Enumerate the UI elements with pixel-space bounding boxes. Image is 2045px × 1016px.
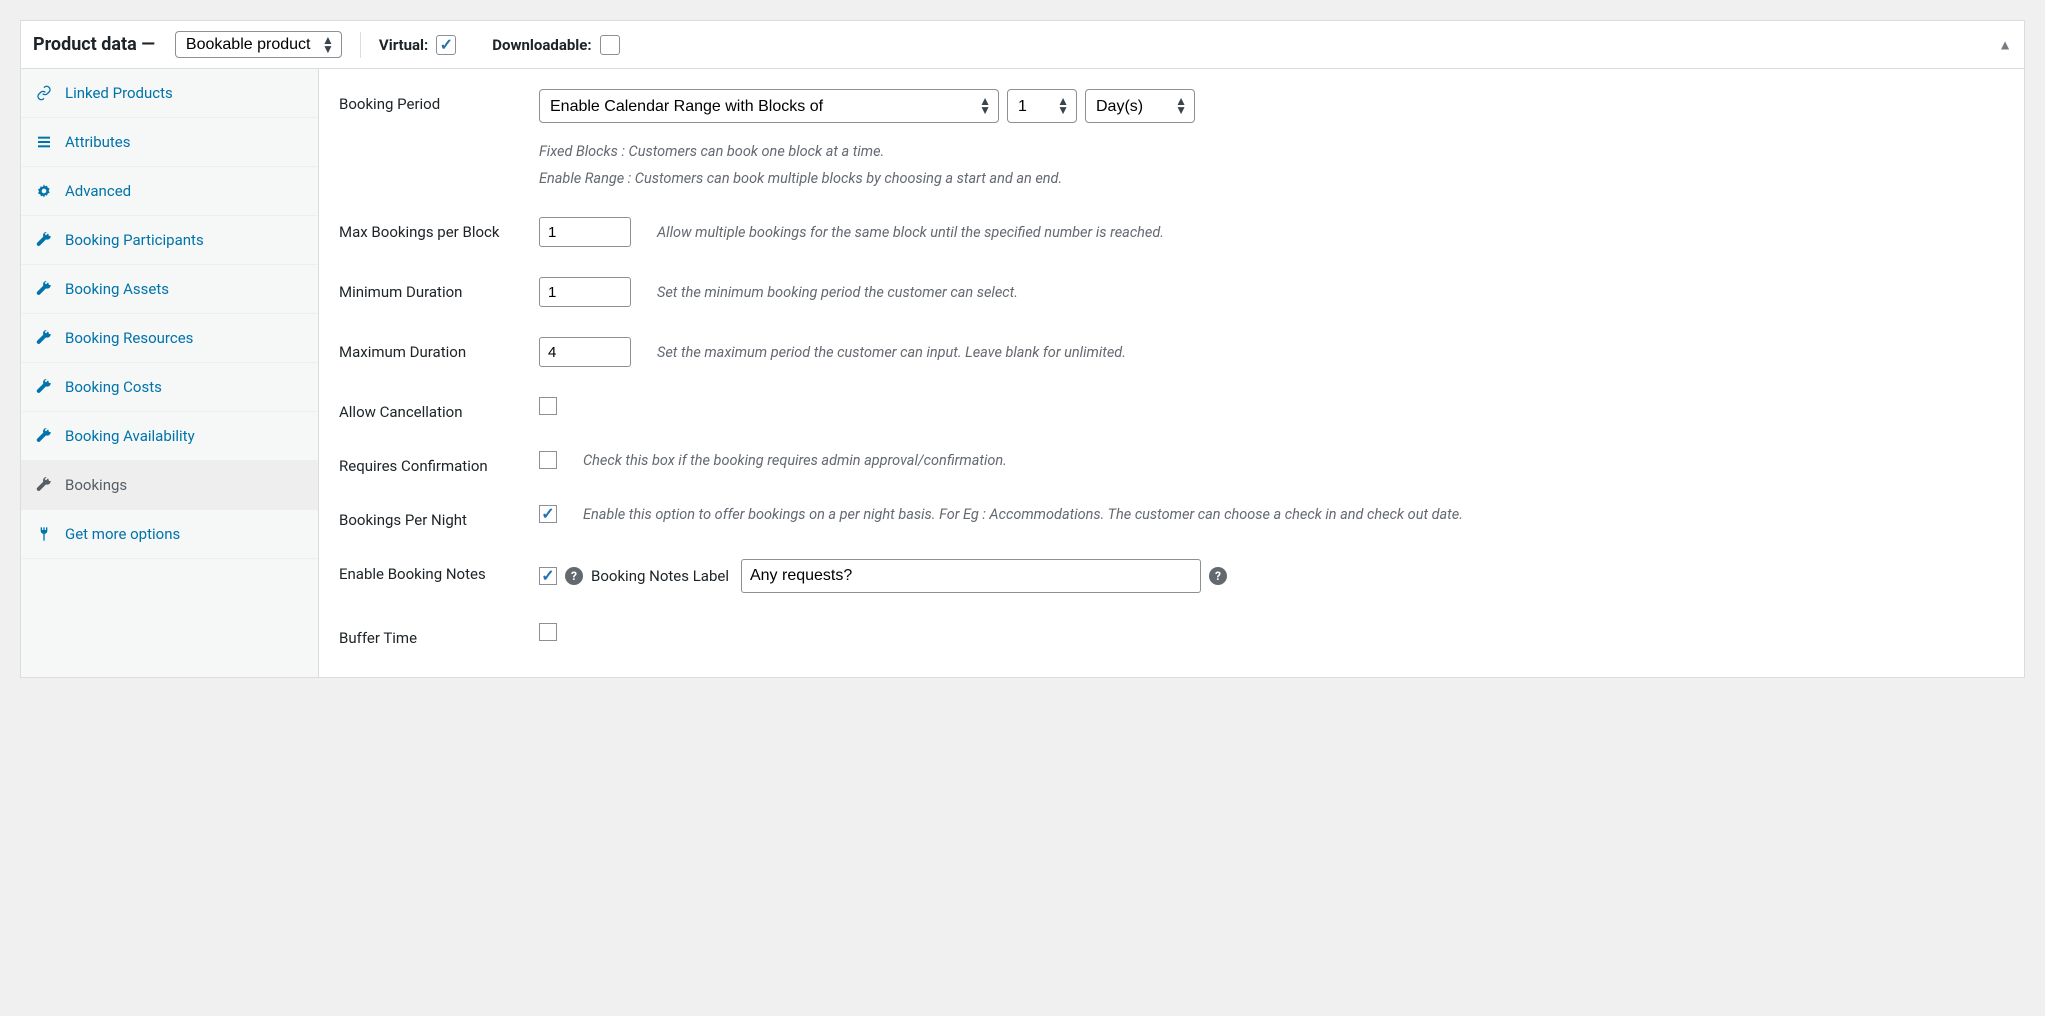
buffer-time-label: Buffer Time xyxy=(339,623,539,647)
list-icon xyxy=(35,134,53,150)
row-max-bookings-per-block: Max Bookings per Block Allow multiple bo… xyxy=(339,217,2004,247)
max-per-block-label: Max Bookings per Block xyxy=(339,217,539,241)
product-type-select[interactable]: Bookable product xyxy=(175,31,342,58)
tab-linked-products: Linked Products xyxy=(21,69,318,118)
downloadable-checkbox[interactable] xyxy=(600,35,620,55)
product-data-title: Product data — xyxy=(33,34,155,55)
virtual-checkbox[interactable] xyxy=(436,35,456,55)
wrench-icon xyxy=(35,428,53,444)
max-per-block-hint: Allow multiple bookings for the same blo… xyxy=(657,224,1164,241)
row-maximum-duration: Maximum Duration Set the maximum period … xyxy=(339,337,2004,367)
row-allow-cancellation: Allow Cancellation xyxy=(339,397,2004,421)
wrench-icon xyxy=(35,477,53,493)
tab-booking-participants: Booking Participants xyxy=(21,216,318,265)
tab-booking-costs: Booking Costs xyxy=(21,363,318,412)
wrench-icon xyxy=(35,379,53,395)
booking-period-hint1: Fixed Blocks : Customers can book one bl… xyxy=(539,143,2004,160)
tab-label: Advanced xyxy=(65,182,131,200)
requires-confirmation-hint: Check this box if the booking requires a… xyxy=(583,452,1007,469)
row-booking-period: Booking Period Enable Calendar Range wit… xyxy=(339,89,2004,187)
wrench-icon xyxy=(35,281,53,297)
booking-period-unit-select[interactable]: Day(s) xyxy=(1085,89,1195,123)
tab-label: Bookings xyxy=(65,476,127,494)
link-icon xyxy=(35,85,53,101)
help-icon[interactable]: ? xyxy=(1209,567,1227,585)
product-data-tabs: Linked Products Attributes xyxy=(21,69,319,677)
booking-period-label: Booking Period xyxy=(339,89,539,113)
wrench-icon xyxy=(35,330,53,346)
row-requires-confirmation: Requires Confirmation Check this box if … xyxy=(339,451,2004,475)
row-bookings-per-night: Bookings Per Night Enable this option to… xyxy=(339,505,2004,529)
per-night-checkbox[interactable] xyxy=(539,505,557,523)
booking-notes-text-input[interactable] xyxy=(741,559,1201,593)
min-duration-label: Minimum Duration xyxy=(339,277,539,301)
help-icon[interactable]: ? xyxy=(565,567,583,585)
max-duration-hint: Set the maximum period the customer can … xyxy=(657,344,1126,361)
tab-label: Booking Costs xyxy=(65,378,162,396)
tab-label: Booking Resources xyxy=(65,329,193,347)
wrench-icon xyxy=(35,232,53,248)
booking-notes-field-label: Booking Notes Label xyxy=(591,567,729,585)
min-duration-input[interactable] xyxy=(539,277,631,307)
divider xyxy=(360,32,361,58)
max-duration-input[interactable] xyxy=(539,337,631,367)
tab-label: Attributes xyxy=(65,133,131,151)
max-duration-label: Maximum Duration xyxy=(339,337,539,361)
product-data-header: Product data — Bookable product ▲▼ Virtu… xyxy=(21,21,2024,69)
booking-period-hint2: Enable Range : Customers can book multip… xyxy=(539,170,2004,187)
plug-icon xyxy=(35,526,53,542)
row-enable-booking-notes: Enable Booking Notes ? Booking Notes Lab… xyxy=(339,559,2004,593)
bookings-settings-panel: Booking Period Enable Calendar Range wit… xyxy=(319,69,2024,677)
requires-confirmation-checkbox[interactable] xyxy=(539,451,557,469)
booking-period-mode-select[interactable]: Enable Calendar Range with Blocks of xyxy=(539,89,999,123)
tab-label: Get more options xyxy=(65,525,180,543)
min-duration-hint: Set the minimum booking period the custo… xyxy=(657,284,1018,301)
tab-booking-availability: Booking Availability xyxy=(21,412,318,461)
booking-notes-checkbox[interactable] xyxy=(539,567,557,585)
tab-label: Linked Products xyxy=(65,84,173,102)
allow-cancellation-checkbox[interactable] xyxy=(539,397,557,415)
tab-get-more-options: Get more options xyxy=(21,510,318,559)
tab-booking-resources: Booking Resources xyxy=(21,314,318,363)
booking-period-qty-select[interactable]: 1 xyxy=(1007,89,1077,123)
tab-attributes: Attributes xyxy=(21,118,318,167)
tab-label: Booking Assets xyxy=(65,280,169,298)
row-minimum-duration: Minimum Duration Set the minimum booking… xyxy=(339,277,2004,307)
tab-label: Booking Participants xyxy=(65,231,204,249)
downloadable-label: Downloadable: xyxy=(492,36,591,54)
collapse-icon[interactable]: ▲ xyxy=(1998,36,2012,53)
tab-label: Booking Availability xyxy=(65,427,195,445)
booking-notes-label: Enable Booking Notes xyxy=(339,559,539,583)
requires-confirmation-label: Requires Confirmation xyxy=(339,451,539,475)
buffer-time-checkbox[interactable] xyxy=(539,623,557,641)
max-per-block-input[interactable] xyxy=(539,217,631,247)
product-data-panel: Product data — Bookable product ▲▼ Virtu… xyxy=(20,20,2025,678)
per-night-hint: Enable this option to offer bookings on … xyxy=(583,506,2004,523)
gear-icon xyxy=(35,183,53,199)
per-night-label: Bookings Per Night xyxy=(339,505,539,529)
tab-advanced: Advanced xyxy=(21,167,318,216)
virtual-label: Virtual: xyxy=(379,36,428,54)
row-buffer-time: Buffer Time xyxy=(339,623,2004,647)
tab-booking-assets: Booking Assets xyxy=(21,265,318,314)
tab-bookings: Bookings xyxy=(21,461,318,510)
allow-cancellation-label: Allow Cancellation xyxy=(339,397,539,421)
